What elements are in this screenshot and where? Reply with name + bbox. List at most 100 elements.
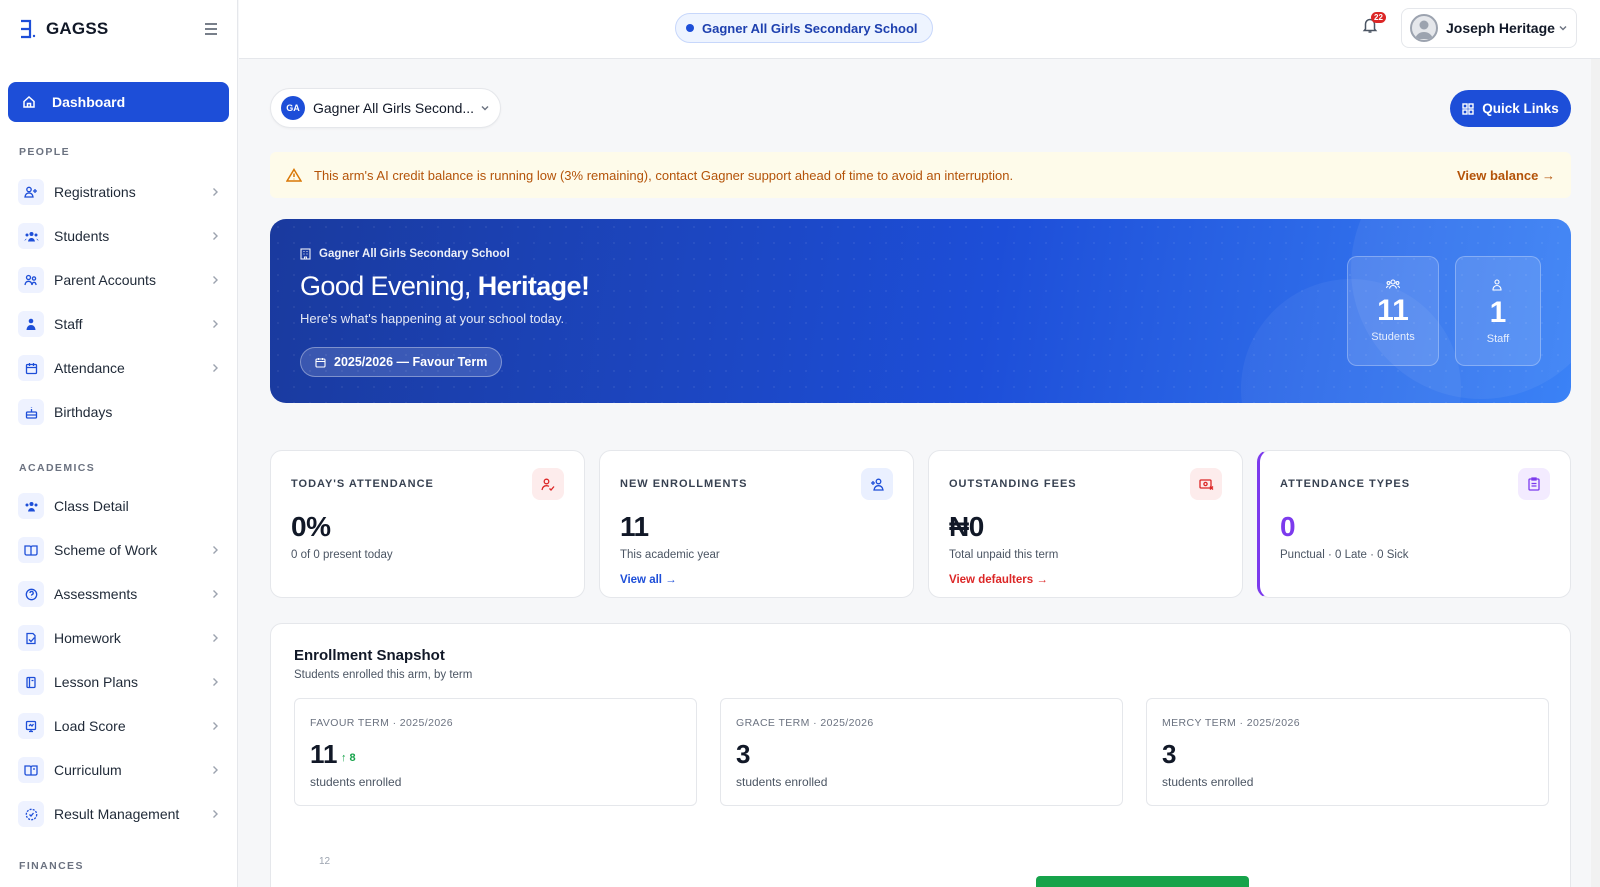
greeting: Good Evening, Heritage! — [300, 271, 590, 302]
sidebar-item-result-management[interactable]: Result Management — [0, 792, 237, 836]
users-icon — [1386, 279, 1400, 289]
gagss-logo-icon — [18, 19, 36, 39]
money-off-icon — [1190, 468, 1222, 500]
students-count: 11 — [1377, 294, 1409, 327]
sidebar-item-registrations[interactable]: Registrations — [0, 170, 237, 214]
current-school-pill[interactable]: Gagner All Girls Secondary School — [675, 13, 933, 43]
chevron-right-icon — [211, 363, 219, 373]
term-label: MERCY TERM · 2025/2026 — [1162, 717, 1300, 729]
user-name: Joseph Heritage — [1446, 20, 1555, 36]
sidebar-item-scheme-of-work[interactable]: Scheme of Work — [0, 528, 237, 572]
user-add-icon — [861, 468, 893, 500]
hamburger-menu-icon[interactable] — [203, 22, 219, 36]
avatar — [1410, 14, 1438, 42]
result-icon — [18, 801, 44, 827]
term-card-grace: GRACE TERM · 2025/2026 3 students enroll… — [720, 698, 1123, 806]
school-initials-avatar: GA — [281, 96, 305, 120]
snapshot-subtitle: Students enrolled this arm, by term — [294, 669, 473, 681]
class-icon — [18, 493, 44, 519]
brand-name: GAGSS — [46, 19, 109, 38]
sidebar-item-label: Parent Accounts — [54, 272, 156, 288]
warning-icon — [286, 168, 302, 182]
sidebar-item-load-score[interactable]: Load Score — [0, 704, 237, 748]
kpi-card-outstanding-fees[interactable]: OUTSTANDING FEES ₦0 Total unpaid this te… — [928, 450, 1243, 598]
sidebar-item-label: Students — [54, 228, 110, 244]
current-term-pill[interactable]: 2025/2026 — Favour Term — [300, 347, 503, 377]
sidebar-item-parent-accounts[interactable]: Parent Accounts — [0, 258, 237, 302]
status-dot — [686, 24, 694, 32]
home-icon — [22, 95, 36, 109]
sidebar-item-label: Homework — [54, 630, 121, 646]
question-icon — [18, 581, 44, 607]
kpi-card-attendance[interactable]: TODAY'S ATTENDANCE 0% 0 of 0 present tod… — [270, 450, 585, 598]
kpi-card-attendance-types[interactable]: ATTENDANCE TYPES 0 Punctual · 0 Late · 0… — [1257, 450, 1571, 598]
section-label-finances: FINANCES — [19, 860, 84, 872]
sidebar-item-students[interactable]: Students — [0, 214, 237, 258]
grid-icon — [1462, 102, 1482, 115]
term-count: 11 — [310, 739, 338, 769]
view-defaulters-link[interactable]: View defaulters → — [949, 574, 1048, 586]
parents-icon — [18, 267, 44, 293]
view-balance-link[interactable]: View balance → — [1457, 168, 1555, 183]
snapshot-title: Enrollment Snapshot — [294, 647, 445, 664]
sidebar-item-homework[interactable]: Homework — [0, 616, 237, 660]
sidebar-item-label: Birthdays — [54, 404, 113, 420]
term-label: GRACE TERM · 2025/2026 — [736, 717, 874, 729]
term-count-label: students enrolled — [310, 775, 402, 789]
greeting-text: Good Evening, — [300, 271, 471, 301]
user-menu-button[interactable]: Joseph Heritage — [1401, 8, 1577, 48]
banner-school-name: Gagner All Girls Secondary School — [300, 248, 510, 260]
chevron-right-icon — [211, 545, 219, 555]
page-scrollbar[interactable] — [1591, 59, 1600, 887]
school-selector[interactable]: GA Gagner All Girls Second... — [270, 88, 501, 128]
kpi-description: This academic year — [620, 549, 720, 561]
term-count-label: students enrolled — [1162, 775, 1254, 789]
welcome-banner: Gagner All Girls Secondary School Good E… — [270, 219, 1571, 403]
kpi-value: 11 — [620, 511, 649, 542]
chart-bar — [1036, 876, 1249, 887]
top-bar: Gagner All Girls Secondary School 22 Jos… — [239, 0, 1600, 59]
hero-stat-staff: 1 Staff — [1455, 256, 1541, 366]
chevron-right-icon — [211, 809, 219, 819]
book-icon — [18, 757, 44, 783]
sidebar-item-staff[interactable]: Staff — [0, 302, 237, 346]
sidebar-item-dashboard[interactable]: Dashboard — [8, 82, 229, 122]
quick-links-label: Quick Links — [1482, 101, 1559, 116]
sidebar-item-label: Staff — [54, 316, 83, 332]
sidebar-item-label: Scheme of Work — [54, 542, 158, 558]
sidebar-item-class-detail[interactable]: Class Detail — [0, 484, 237, 528]
kpi-card-enrollments[interactable]: NEW ENROLLMENTS 11 This academic year Vi… — [599, 450, 914, 598]
sidebar-item-assessments[interactable]: Assessments — [0, 572, 237, 616]
user-check-icon — [532, 468, 564, 500]
chevron-right-icon — [211, 187, 219, 197]
kpi-description: Punctual · 0 Late · 0 Sick — [1280, 549, 1409, 561]
notifications-button[interactable]: 22 — [1361, 12, 1386, 34]
users-icon — [18, 223, 44, 249]
sidebar-item-birthdays[interactable]: Birthdays — [0, 390, 237, 434]
sidebar-item-label: Registrations — [54, 184, 136, 200]
sidebar-item-lesson-plans[interactable]: Lesson Plans — [0, 660, 237, 704]
sidebar-item-label: Load Score — [54, 718, 126, 734]
chevron-right-icon — [211, 589, 219, 599]
chevron-right-icon — [211, 633, 219, 643]
sidebar-item-curriculum[interactable]: Curriculum — [0, 748, 237, 792]
quick-links-button[interactable]: Quick Links — [1450, 90, 1571, 127]
current-term-label: 2025/2026 — Favour Term — [334, 355, 488, 369]
staff-count: 1 — [1489, 296, 1507, 329]
calendar-icon — [315, 357, 334, 368]
sidebar-item-label: Assessments — [54, 586, 138, 602]
cake-icon — [18, 399, 44, 425]
sidebar-item-label: Class Detail — [54, 498, 129, 514]
calendar-icon — [18, 355, 44, 381]
chevron-right-icon — [211, 231, 219, 241]
sidebar-item-attendance[interactable]: Attendance — [0, 346, 237, 390]
sidebar-item-label: Dashboard — [52, 94, 126, 110]
term-change: ↑ 8 — [341, 752, 356, 764]
chevron-right-icon — [211, 721, 219, 731]
kpi-title: TODAY'S ATTENDANCE — [291, 478, 434, 490]
ai-credit-alert: This arm's AI credit balance is running … — [270, 152, 1571, 198]
kpi-value: 0% — [291, 511, 331, 542]
chevron-right-icon — [211, 677, 219, 687]
view-all-link[interactable]: View all → — [620, 574, 677, 586]
section-label-people: PEOPLE — [19, 146, 70, 158]
